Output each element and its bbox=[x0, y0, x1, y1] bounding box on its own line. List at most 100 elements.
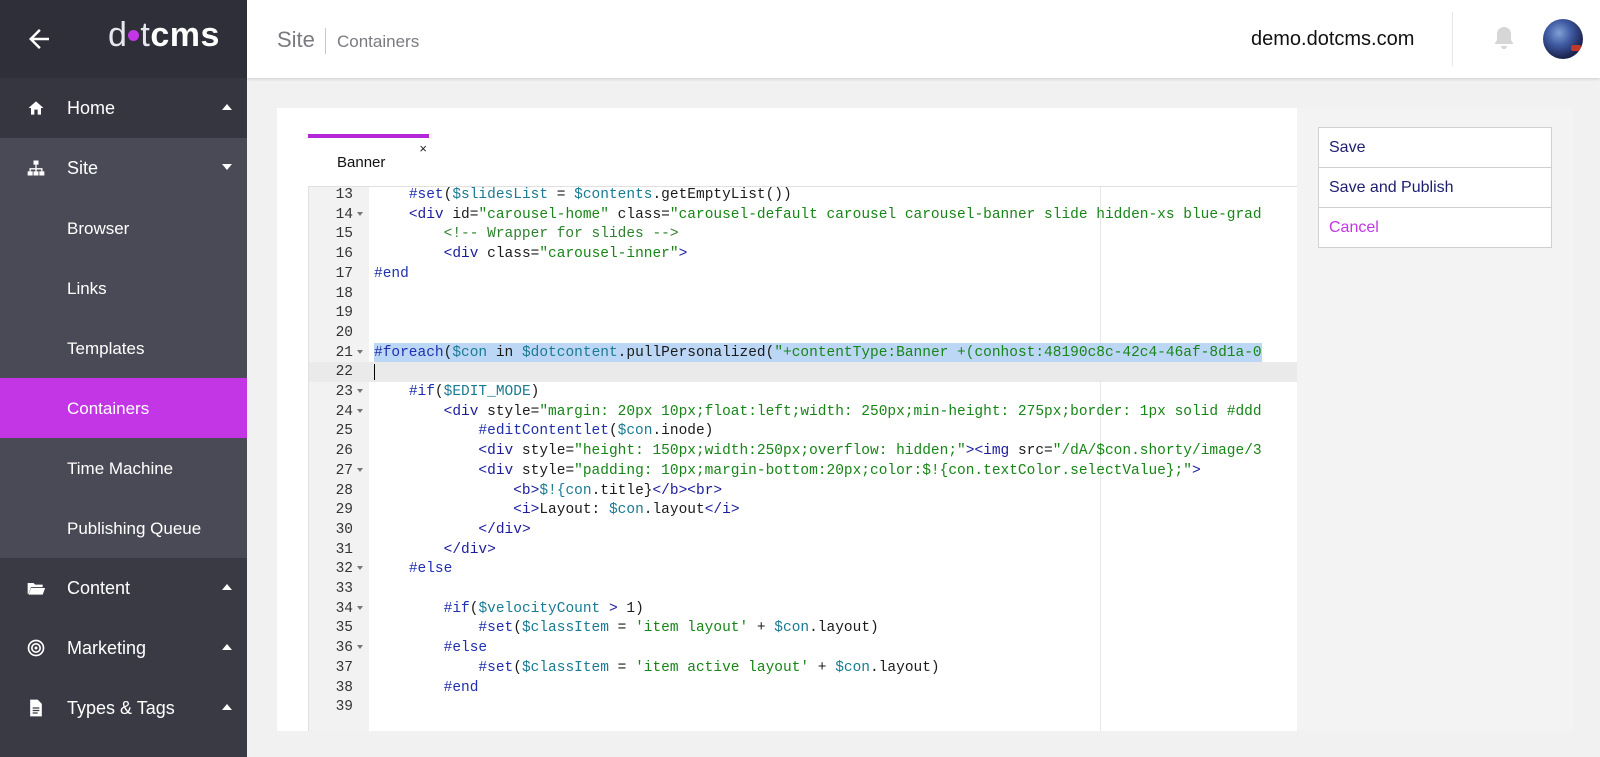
sidebar-subitem-time-machine[interactable]: Time Machine bbox=[0, 438, 247, 498]
line-number: 23 bbox=[335, 384, 353, 400]
sidebar-subitem-templates[interactable]: Templates bbox=[0, 318, 247, 378]
sidebar-item-types-tags[interactable]: Types & Tags bbox=[0, 678, 247, 738]
code-line[interactable]: 39 bbox=[309, 697, 1297, 717]
code-line[interactable]: 29 <i>Layout: $con.layout</i> bbox=[309, 500, 1297, 520]
code-line[interactable]: 16 <div class="carousel-inner"> bbox=[309, 244, 1297, 264]
line-number: 34 bbox=[335, 600, 353, 617]
text-cursor bbox=[374, 364, 375, 381]
actions-panel: Save Save and Publish Cancel bbox=[1297, 108, 1573, 731]
save-and-publish-button[interactable]: Save and Publish bbox=[1319, 168, 1551, 208]
line-number: 31 bbox=[335, 541, 353, 558]
fold-toggle-icon[interactable] bbox=[357, 605, 363, 610]
code-editor[interactable]: 13 #set($slidesList = $contents.getEmpty… bbox=[308, 186, 1297, 731]
divider bbox=[1452, 12, 1453, 66]
code-text: #if($EDIT_MODE) bbox=[408, 384, 540, 400]
code-line[interactable]: 23 #if($EDIT_MODE) bbox=[309, 382, 1297, 402]
breadcrumb-section[interactable]: Site bbox=[277, 27, 315, 53]
code-line[interactable]: 35 #set($classItem = 'item layout' + $co… bbox=[309, 618, 1297, 638]
code-text: #set($classItem = 'item active layout' +… bbox=[478, 659, 940, 676]
subitem-label: Templates bbox=[67, 339, 145, 358]
fold-toggle-icon[interactable] bbox=[357, 467, 363, 472]
code-line[interactable]: 27 <div style="padding: 10px;margin-bott… bbox=[309, 461, 1297, 481]
caret-up-icon bbox=[222, 584, 232, 590]
code-line[interactable]: 20 bbox=[309, 323, 1297, 343]
code-line[interactable]: 32 #else bbox=[309, 559, 1297, 579]
folder-open-icon bbox=[27, 583, 46, 595]
site-selector[interactable]: demo.dotcms.com bbox=[1251, 28, 1414, 51]
caret-up-icon bbox=[222, 644, 232, 650]
code-line[interactable]: 22 bbox=[309, 362, 1297, 383]
fold-toggle-icon[interactable] bbox=[357, 349, 363, 354]
code-text: #foreach($con in $dotcontent.pullPersona… bbox=[374, 342, 1262, 363]
sidebar-subitem-links[interactable]: Links bbox=[0, 258, 247, 318]
code-line[interactable]: 38 #end bbox=[309, 678, 1297, 698]
line-number: 29 bbox=[335, 502, 353, 519]
cancel-button[interactable]: Cancel bbox=[1319, 208, 1551, 247]
code-text: <div style="padding: 10px;margin-bottom:… bbox=[478, 462, 1201, 479]
save-button[interactable]: Save bbox=[1319, 128, 1551, 168]
fold-toggle-icon[interactable] bbox=[357, 566, 363, 571]
code-line[interactable]: 17 #end bbox=[309, 264, 1297, 284]
sidebar: d tcms Home Site Browser Links Templates … bbox=[0, 0, 247, 757]
fold-toggle-icon[interactable] bbox=[357, 645, 363, 650]
fold-toggle-icon[interactable] bbox=[357, 408, 363, 413]
sidebar-subitem-containers[interactable]: Containers bbox=[0, 378, 247, 438]
code-line[interactable]: 13 #set($slidesList = $contents.getEmpty… bbox=[309, 187, 1297, 205]
code-line[interactable]: 24 <div style="margin: 20px 10px;float:l… bbox=[309, 402, 1297, 422]
bell-icon[interactable] bbox=[1492, 25, 1516, 51]
line-number: 25 bbox=[335, 423, 353, 440]
code-line[interactable]: 19 bbox=[309, 303, 1297, 323]
sidebar-item-label: Home bbox=[67, 98, 116, 118]
code-text: <b>$!{con.title}</b><br> bbox=[513, 482, 723, 499]
line-number: 38 bbox=[335, 679, 353, 696]
code-line[interactable]: 37 #set($classItem = 'item active layout… bbox=[309, 658, 1297, 678]
fold-toggle-icon[interactable] bbox=[357, 389, 363, 393]
code-line[interactable]: 36 #else bbox=[309, 638, 1297, 658]
sidebar-item-label: Marketing bbox=[67, 638, 147, 658]
sidebar-item-marketing[interactable]: Marketing bbox=[0, 618, 247, 678]
line-number: 19 bbox=[335, 305, 353, 322]
code-text: #set($slidesList = $contents.getEmptyLis… bbox=[408, 187, 792, 203]
back-arrow-icon[interactable] bbox=[24, 24, 54, 54]
sidebar-item-label: Content bbox=[67, 578, 131, 598]
sidebar-item-label: Types & Tags bbox=[67, 698, 175, 718]
code-line[interactable]: 33 bbox=[309, 579, 1297, 599]
line-number: 26 bbox=[335, 443, 353, 460]
sidebar-subitem-publishing-queue[interactable]: Publishing Queue bbox=[0, 498, 247, 558]
close-icon[interactable]: × bbox=[419, 141, 427, 156]
fold-toggle-icon[interactable] bbox=[357, 211, 363, 216]
code-line[interactable]: 25 #editContentlet($con.inode) bbox=[309, 421, 1297, 441]
line-number: 33 bbox=[335, 581, 353, 597]
sidebar-item-content[interactable]: Content bbox=[0, 558, 247, 618]
line-number: 39 bbox=[335, 699, 353, 716]
line-number: 16 bbox=[335, 246, 353, 263]
editor-area: Banner × 13 #set($slidesList = $contents… bbox=[277, 108, 1297, 731]
code-line[interactable]: 14 <div id="carousel-home" class="carous… bbox=[309, 205, 1297, 225]
line-number: 32 bbox=[335, 561, 353, 578]
code-line[interactable]: 15 <!-- Wrapper for slides --> bbox=[309, 224, 1297, 244]
line-number: 30 bbox=[335, 521, 353, 538]
code-line[interactable]: 30 </div> bbox=[309, 520, 1297, 540]
line-number: 20 bbox=[335, 324, 353, 341]
code-line[interactable]: 31 </div> bbox=[309, 540, 1297, 560]
code-text: <i>Layout: $con.layout</i> bbox=[513, 502, 740, 519]
sidebar-subitem-browser[interactable]: Browser bbox=[0, 198, 247, 258]
file-icon bbox=[30, 699, 42, 717]
line-number: 27 bbox=[335, 462, 353, 479]
code-line[interactable]: 28 <b>$!{con.title}</b><br> bbox=[309, 481, 1297, 501]
dotcms-logo[interactable]: d tcms bbox=[108, 16, 220, 55]
code-line[interactable]: 26 <div style="height: 150px;width:250px… bbox=[309, 441, 1297, 461]
sidebar-item-site[interactable]: Site bbox=[0, 138, 247, 198]
tab-banner[interactable]: Banner × bbox=[308, 134, 429, 186]
sidebar-item-home[interactable]: Home bbox=[0, 78, 247, 138]
code-line[interactable]: 18 bbox=[309, 284, 1297, 304]
line-number: 37 bbox=[335, 659, 353, 676]
code-line[interactable]: 34 #if($velocityCount > 1) bbox=[309, 599, 1297, 619]
avatar[interactable] bbox=[1543, 19, 1583, 59]
tab-active-indicator bbox=[308, 134, 429, 138]
subitem-label: Links bbox=[67, 279, 107, 298]
sidebar-item-label: Site bbox=[67, 158, 99, 178]
code-line[interactable]: 21 #foreach($con in $dotcontent.pullPerso… bbox=[309, 342, 1297, 363]
breadcrumb-separator bbox=[325, 28, 326, 54]
line-number: 18 bbox=[335, 285, 353, 302]
